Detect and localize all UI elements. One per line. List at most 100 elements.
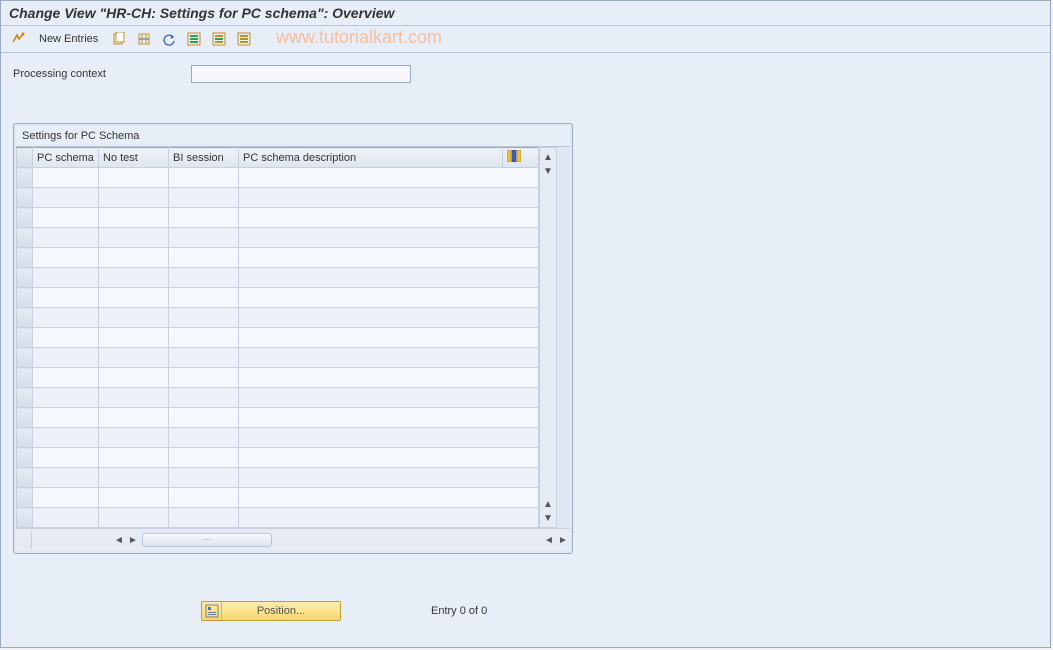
row-selector-header[interactable] xyxy=(17,148,33,168)
scroll-down-step-icon[interactable]: ▼ xyxy=(541,164,555,178)
row-selector[interactable] xyxy=(17,168,33,188)
table-row[interactable] xyxy=(17,268,539,288)
table-config-icon[interactable] xyxy=(507,150,521,162)
new-entries-button[interactable]: New Entries xyxy=(32,30,105,48)
row-selector[interactable] xyxy=(17,288,33,308)
cell-no-test[interactable] xyxy=(99,208,169,228)
table-row[interactable] xyxy=(17,508,539,528)
cell-description[interactable] xyxy=(239,248,539,268)
table-row[interactable] xyxy=(17,228,539,248)
hscroll-track[interactable]: ⋯ xyxy=(142,533,272,547)
cell-description[interactable] xyxy=(239,428,539,448)
cell-description[interactable] xyxy=(239,488,539,508)
cell-bi-session[interactable] xyxy=(169,348,239,368)
cell-no-test[interactable] xyxy=(99,388,169,408)
row-selector[interactable] xyxy=(17,428,33,448)
col-description[interactable]: PC schema description xyxy=(239,148,503,168)
table-row[interactable] xyxy=(17,208,539,228)
col-no-test[interactable]: No test xyxy=(99,148,169,168)
cell-no-test[interactable] xyxy=(99,408,169,428)
cell-pc-schema[interactable] xyxy=(33,408,99,428)
vertical-scrollbar[interactable]: ▲ ▼ ▲ ▼ xyxy=(539,147,557,528)
cell-description[interactable] xyxy=(239,408,539,428)
position-button[interactable]: Position... xyxy=(201,601,341,621)
cell-pc-schema[interactable] xyxy=(33,308,99,328)
row-selector[interactable] xyxy=(17,188,33,208)
row-selector[interactable] xyxy=(17,368,33,388)
cell-pc-schema[interactable] xyxy=(33,168,99,188)
table-row[interactable] xyxy=(17,168,539,188)
row-selector[interactable] xyxy=(17,468,33,488)
cell-description[interactable] xyxy=(239,328,539,348)
row-selector[interactable] xyxy=(17,328,33,348)
cell-pc-schema[interactable] xyxy=(33,388,99,408)
cell-bi-session[interactable] xyxy=(169,428,239,448)
cell-pc-schema[interactable] xyxy=(33,488,99,508)
cell-description[interactable] xyxy=(239,448,539,468)
table-row[interactable] xyxy=(17,328,539,348)
cell-description[interactable] xyxy=(239,168,539,188)
table-row[interactable] xyxy=(17,488,539,508)
col-pc-schema[interactable]: PC schema xyxy=(33,148,99,168)
cell-description[interactable] xyxy=(239,468,539,488)
cell-bi-session[interactable] xyxy=(169,268,239,288)
horizontal-scrollbar[interactable]: ◄ ► ⋯ ◄ ► xyxy=(16,528,570,551)
cell-pc-schema[interactable] xyxy=(33,428,99,448)
cell-no-test[interactable] xyxy=(99,508,169,528)
cell-pc-schema[interactable] xyxy=(33,328,99,348)
table-row[interactable] xyxy=(17,308,539,328)
cell-bi-session[interactable] xyxy=(169,188,239,208)
table-row[interactable] xyxy=(17,348,539,368)
table-row[interactable] xyxy=(17,448,539,468)
table-row[interactable] xyxy=(17,188,539,208)
scroll-left-step-icon[interactable]: ◄ xyxy=(542,533,556,547)
cell-pc-schema[interactable] xyxy=(33,448,99,468)
cell-description[interactable] xyxy=(239,508,539,528)
table-row[interactable] xyxy=(17,408,539,428)
cell-pc-schema[interactable] xyxy=(33,348,99,368)
table-row[interactable] xyxy=(17,288,539,308)
cell-bi-session[interactable] xyxy=(169,488,239,508)
cell-bi-session[interactable] xyxy=(169,388,239,408)
undo-icon[interactable] xyxy=(158,29,180,49)
cell-pc-schema[interactable] xyxy=(33,208,99,228)
cell-pc-schema[interactable] xyxy=(33,228,99,248)
cell-no-test[interactable] xyxy=(99,468,169,488)
cell-description[interactable] xyxy=(239,228,539,248)
cell-no-test[interactable] xyxy=(99,348,169,368)
scroll-right-step-icon[interactable]: ► xyxy=(126,533,140,547)
cell-pc-schema[interactable] xyxy=(33,508,99,528)
cell-no-test[interactable] xyxy=(99,428,169,448)
delete-icon[interactable] xyxy=(133,29,155,49)
cell-description[interactable] xyxy=(239,208,539,228)
scroll-down-icon[interactable]: ▼ xyxy=(541,511,555,525)
cell-no-test[interactable] xyxy=(99,448,169,468)
row-selector[interactable] xyxy=(17,268,33,288)
cell-no-test[interactable] xyxy=(99,188,169,208)
cell-description[interactable] xyxy=(239,188,539,208)
select-block-icon[interactable] xyxy=(208,29,230,49)
cell-no-test[interactable] xyxy=(99,328,169,348)
cell-bi-session[interactable] xyxy=(169,508,239,528)
scroll-left-icon[interactable]: ◄ xyxy=(112,533,126,547)
row-selector[interactable] xyxy=(17,448,33,468)
cell-bi-session[interactable] xyxy=(169,368,239,388)
table-row[interactable] xyxy=(17,368,539,388)
scroll-right-icon[interactable]: ► xyxy=(556,533,570,547)
copy-icon[interactable] xyxy=(108,29,130,49)
table-row[interactable] xyxy=(17,428,539,448)
cell-description[interactable] xyxy=(239,388,539,408)
toggle-icon[interactable] xyxy=(7,29,29,49)
cell-bi-session[interactable] xyxy=(169,228,239,248)
cell-bi-session[interactable] xyxy=(169,248,239,268)
cell-no-test[interactable] xyxy=(99,248,169,268)
row-selector[interactable] xyxy=(17,308,33,328)
cell-bi-session[interactable] xyxy=(169,328,239,348)
cell-description[interactable] xyxy=(239,368,539,388)
row-selector[interactable] xyxy=(17,348,33,368)
select-all-icon[interactable] xyxy=(183,29,205,49)
cell-bi-session[interactable] xyxy=(169,468,239,488)
cell-pc-schema[interactable] xyxy=(33,248,99,268)
row-selector[interactable] xyxy=(17,228,33,248)
cell-no-test[interactable] xyxy=(99,488,169,508)
